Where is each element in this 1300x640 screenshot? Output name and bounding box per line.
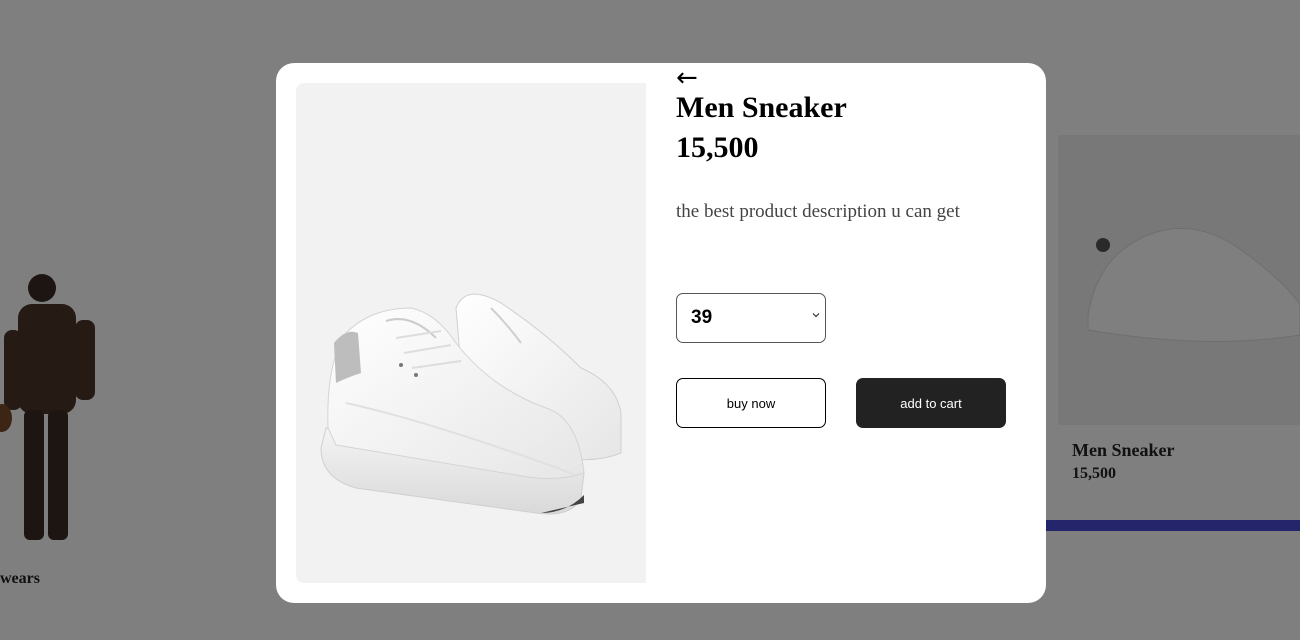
product-price: 15,500 bbox=[676, 131, 759, 164]
product-title: Men Sneaker bbox=[676, 91, 847, 124]
add-to-cart-button[interactable]: add to cart bbox=[856, 378, 1006, 428]
product-modal: ← Men Sneaker 15,500 the best product de… bbox=[276, 63, 1046, 603]
buy-now-button[interactable]: buy now bbox=[676, 378, 826, 428]
product-description: the best product description u can get bbox=[676, 201, 960, 222]
size-select[interactable]: 39 bbox=[676, 293, 826, 343]
product-image bbox=[296, 83, 646, 583]
arrow-left-icon[interactable]: ← bbox=[676, 65, 698, 91]
chevron-down-icon bbox=[812, 313, 820, 318]
product-details: ← Men Sneaker 15,500 the best product de… bbox=[676, 63, 1026, 603]
size-select-value: 39 bbox=[691, 307, 713, 328]
sneaker-image bbox=[320, 293, 622, 515]
